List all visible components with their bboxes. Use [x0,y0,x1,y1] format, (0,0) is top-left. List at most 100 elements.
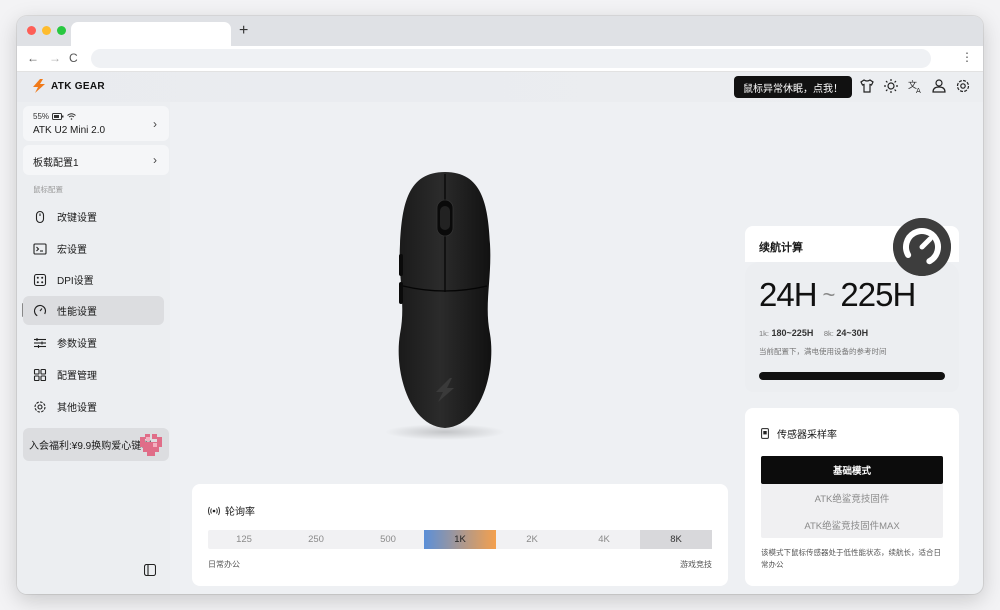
terminal-icon [33,242,47,255]
rate-caption-left: 日常办公 [208,560,240,569]
battery-8k-key: 8k: [823,329,834,338]
brand-logo: ATK GEAR [31,79,105,93]
sidebar-item-config-manage[interactable]: 配置管理 [23,360,164,389]
battery-percent: 55% [33,112,50,121]
sensor-mode-list: 基础模式 ATK绝鲨竞技固件 ATK绝鲨竞技固件MAX [761,456,943,538]
battery-min: 24H [759,276,818,313]
mouse-illustration [385,172,505,440]
mouse-icon [35,210,45,223]
svg-text:A: A [916,87,921,94]
profile-name: 板载配置1 [33,158,79,169]
sidebar-item-label: DPI设置 [57,276,94,287]
promo-text: 入会福利:¥9.9换购爱心键帽 [29,441,152,452]
sun-icon[interactable] [883,78,899,94]
rate-option-8k[interactable]: 8K [640,530,712,549]
address-bar: ← → C ⋮ [17,46,983,72]
sidebar-item-label: 其他设置 [57,403,97,414]
battery-range-tilde: ~ [822,282,836,307]
sidebar-item-label: 改键设置 [57,213,97,224]
atk-lightning-icon [33,79,45,93]
device-status: 55% [33,112,76,121]
new-tab-plus-icon[interactable]: + [239,22,248,40]
battery-calc-body: 24H ~ 225H 1k: 180~225H 8k: 24~30H 当前配置下… [745,262,959,392]
minimize-window-button[interactable] [42,26,51,35]
rate-option-2k[interactable]: 2K [496,530,568,549]
browser-window: + ← → C ⋮ ATK GEAR 鼠标异常休眠，点我！ 文 A 55% AT… [17,16,983,594]
reload-icon[interactable]: C [69,51,78,65]
sleep-notice-button[interactable]: 鼠标异常休眠，点我！ [734,76,852,98]
sidebar-item-macro[interactable]: 宏设置 [23,234,164,263]
sliders-icon [34,337,46,348]
user-icon[interactable] [931,78,947,94]
sensor-chip-icon [761,428,769,439]
polling-rate-panel: 轮询率 125 250 500 1K 2K 4K 8K 日常办公 游戏竞技 [192,484,728,586]
battery-1k-value: 180~225H [771,328,814,338]
sensor-mode-basic[interactable]: 基础模式 [761,456,943,484]
sidebar-item-dpi[interactable]: DPI设置 [23,265,164,294]
settings-gear-icon[interactable] [955,78,971,94]
battery-calc-panel: 续航计算 24H ~ 225H 1k: 180~225H 8k: 24~30H … [745,218,959,392]
translate-icon[interactable]: 文 A [907,78,923,94]
battery-breakdown: 1k: 180~225H 8k: 24~30H [759,328,876,338]
sidebar-item-keymap[interactable]: 改键设置 [23,202,164,231]
sidebar: 55% ATK U2 Mini 2.0 › 板载配置1 › 鼠标配置 改键设置 … [17,102,170,594]
sidebar-item-other-settings[interactable]: 其他设置 [23,392,164,421]
chevron-right-icon: › [153,117,157,131]
app-header: ATK GEAR 鼠标异常休眠，点我！ 文 A [17,72,983,102]
rate-caption-right: 游戏竞技 [680,560,712,569]
collapse-sidebar-icon[interactable] [144,564,156,576]
forward-arrow-icon[interactable]: → [49,51,61,65]
sensor-title: 传感器采样率 [761,426,837,441]
url-input[interactable] [91,49,931,68]
browser-menu-icon[interactable]: ⋮ [961,50,973,64]
battery-range: 24H ~ 225H [759,276,916,314]
sidebar-item-label: 配置管理 [57,371,97,382]
sensor-description: 该模式下鼠标传感器处于低性能状态，续航长，适合日常办公 [761,548,941,569]
promo-banner[interactable]: 入会福利:¥9.9换购爱心键帽 [23,428,169,461]
signal-broadcast-icon [208,506,220,515]
browser-tabbar: + [17,16,983,46]
browser-tab[interactable] [71,22,231,46]
dpi-icon [33,273,47,286]
sensor-mode-atk-firmware[interactable]: ATK绝鲨竞技固件 [761,484,943,511]
rate-option-250[interactable]: 250 [280,530,352,549]
close-window-button[interactable] [27,26,36,35]
battery-max: 225H [840,276,916,313]
device-name: ATK U2 Mini 2.0 [33,125,106,136]
profile-selector[interactable]: 板载配置1 › [23,145,169,175]
gear-icon [34,400,46,413]
rate-option-125[interactable]: 125 [208,530,280,549]
pixel-heart-icon [140,434,162,456]
rate-option-4k[interactable]: 4K [568,530,640,549]
window-controls [27,26,66,35]
polling-title: 轮询率 [208,503,255,518]
battery-1k-key: 1k: [759,329,770,338]
sensor-mode-atk-firmware-max[interactable]: ATK绝鲨竞技固件MAX [761,511,943,538]
grid-icon [33,368,47,381]
rate-option-500[interactable]: 500 [352,530,424,549]
sidebar-item-label: 宏设置 [57,245,87,256]
rate-option-1k[interactable]: 1K [424,530,496,549]
polling-title-text: 轮询率 [225,507,255,518]
wifi-icon [67,113,76,120]
main-content: 轮询率 125 250 500 1K 2K 4K 8K 日常办公 游戏竞技 续航… [170,102,983,594]
tshirt-icon[interactable] [859,78,875,94]
battery-icon [52,113,64,120]
sidebar-item-performance[interactable]: 性能设置 [23,296,164,325]
section-label: 鼠标配置 [33,185,63,194]
battery-bar [759,372,945,380]
sidebar-item-parameters[interactable]: 参数设置 [23,328,164,357]
battery-calc-title: 续航计算 [759,242,803,254]
sensor-panel: 传感器采样率 基础模式 ATK绝鲨竞技固件 ATK绝鲨竞技固件MAX 该模式下鼠… [745,408,959,586]
maximize-window-button[interactable] [57,26,66,35]
sensor-title-text: 传感器采样率 [777,430,837,441]
brand-name: ATK GEAR [51,80,105,92]
performance-gauge-icon [893,218,951,276]
sidebar-item-label: 参数设置 [57,339,97,350]
polling-rate-selector: 125 250 500 1K 2K 4K 8K [208,530,712,549]
device-card[interactable]: 55% ATK U2 Mini 2.0 › [23,106,169,141]
gauge-icon [33,304,47,317]
back-arrow-icon[interactable]: ← [27,51,39,65]
sidebar-item-label: 性能设置 [57,307,97,318]
battery-note: 当前配置下，满电使用设备的参考时间 [759,347,887,356]
